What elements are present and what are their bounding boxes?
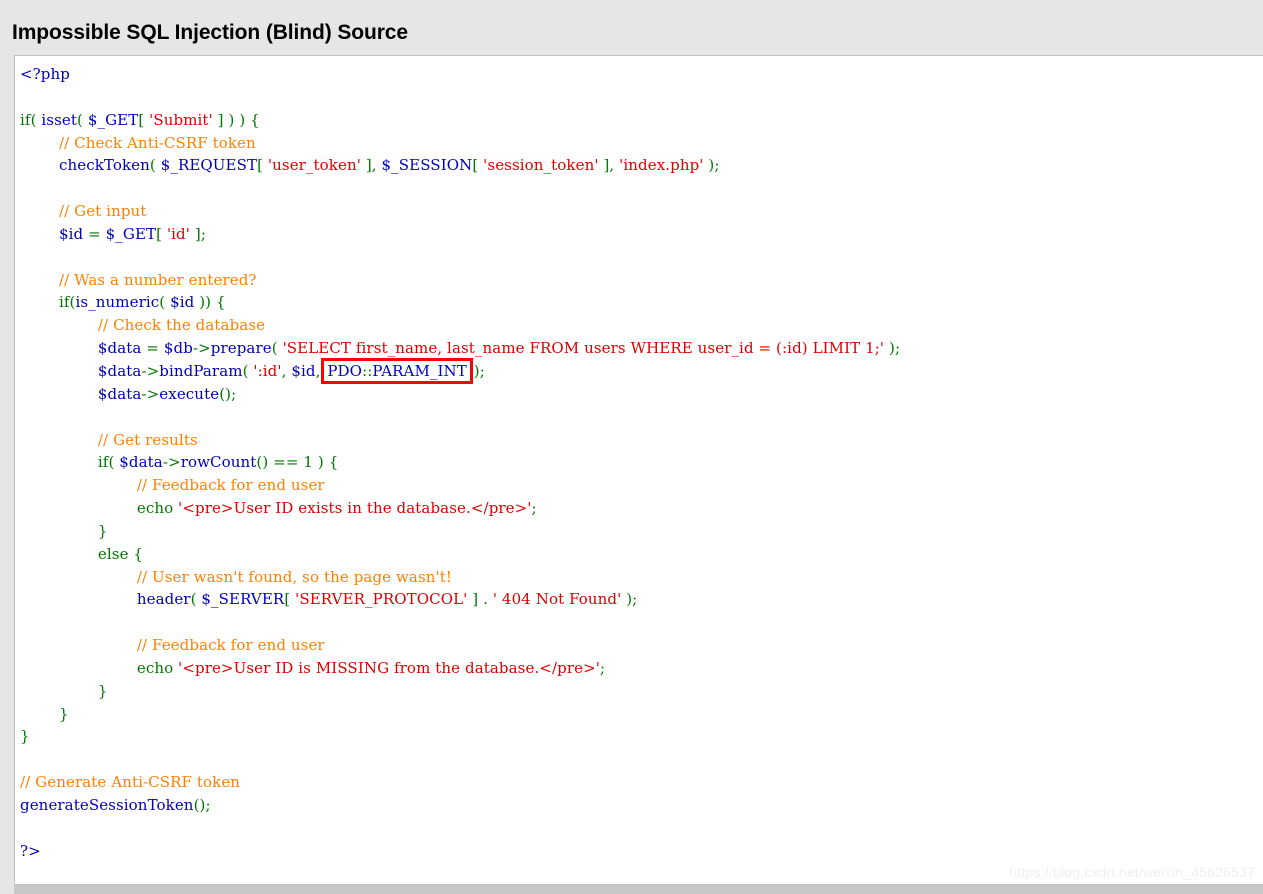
source-view-page: Impossible SQL Injection (Blind) Source …	[0, 0, 1263, 894]
page-title: Impossible SQL Injection (Blind) Source	[12, 21, 408, 45]
highlighted-token: PDO::PARAM_INT	[321, 357, 473, 384]
php-source-code: <?php if( isset( $_GET[ 'Submit' ] ) ) {…	[20, 65, 901, 860]
source-code-panel[interactable]: <?php if( isset( $_GET[ 'Submit' ] ) ) {…	[14, 55, 1263, 885]
bottom-divider	[14, 885, 1263, 894]
watermark: https://blog.csdn.net/weixin_45626537	[1009, 864, 1255, 880]
